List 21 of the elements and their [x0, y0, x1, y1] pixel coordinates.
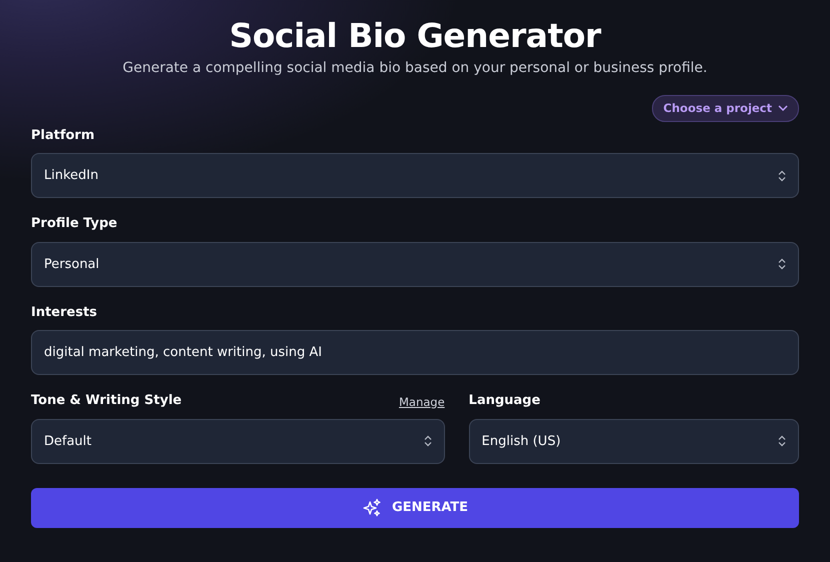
project-dropdown[interactable]: Choose a project: [652, 94, 799, 122]
text-input-field[interactable]: digital marketing, content writing, using AI: [31, 330, 799, 376]
select-field[interactable]: Personal: [31, 242, 799, 287]
field-label: Tone & Writing Style: [31, 392, 182, 410]
up-down-chevron-icon: [778, 435, 786, 448]
field-label: Profile Type: [31, 215, 118, 234]
sparkles-icon: [362, 498, 382, 518]
select-field[interactable]: English (US): [468, 418, 800, 464]
page-title: Social Bio Generator: [228, 16, 602, 56]
chevron-down-icon: [778, 105, 788, 112]
select-field[interactable]: Default: [31, 418, 445, 464]
page-subtitle: Generate a compelling social media bio based on your personal or business profile.: [122, 58, 708, 78]
manage-link[interactable]: Manage: [398, 394, 445, 411]
field-label: Interests: [31, 304, 98, 322]
field-label: Platform: [31, 126, 95, 145]
select-field[interactable]: LinkedIn: [31, 153, 799, 198]
up-down-chevron-icon: [778, 170, 786, 182]
field-label: Language: [468, 392, 540, 410]
up-down-chevron-icon: [424, 435, 432, 448]
up-down-chevron-icon: [778, 258, 786, 270]
generate-button[interactable]: GENERATE: [31, 488, 799, 528]
